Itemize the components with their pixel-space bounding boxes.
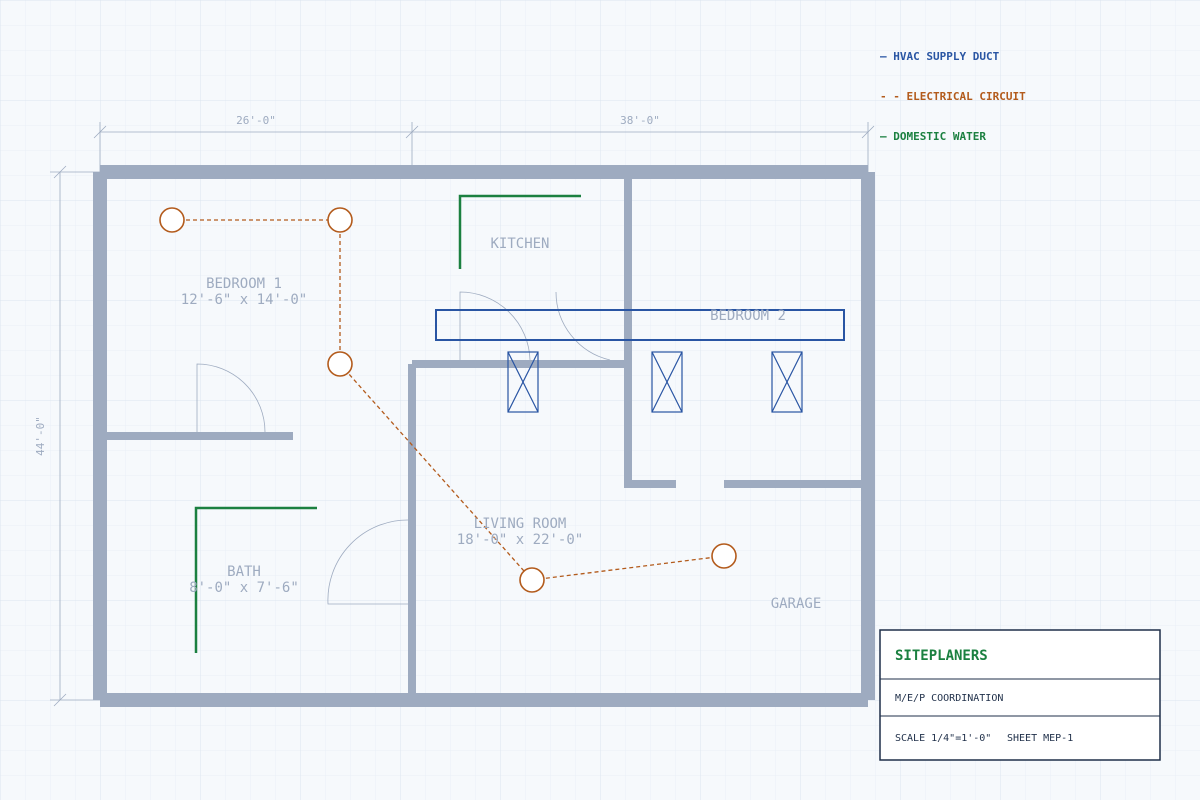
electrical-outlet-5 <box>711 543 737 569</box>
wall-top <box>100 165 868 179</box>
legend-electrical: - - ELECTRICAL CIRCUIT <box>880 90 1026 103</box>
title-block: SITEPLANERS M/E/P COORDINATION SCALE 1/4… <box>879 629 1161 761</box>
dimension-left: 44'-0" <box>34 416 47 456</box>
dimension-top-right: 38'-0" <box>620 114 660 127</box>
room-size-bath: 8'-0" x 7'-6" <box>189 580 299 596</box>
room-label-living: LIVING ROOM <box>474 516 567 532</box>
legend-water: — DOMESTIC WATER <box>880 130 986 143</box>
wall-kitchen-south <box>412 360 628 368</box>
room-label-bedroom2: BEDROOM 2 <box>710 308 786 324</box>
electrical-outlet-3 <box>327 351 353 377</box>
room-size-living: 18'-0" x 22'-0" <box>457 532 583 548</box>
title-block-scale: SCALE 1/4"=1'-0" <box>895 733 991 744</box>
room-label-kitchen: KITCHEN <box>490 236 549 252</box>
room-size-bedroom1: 12'-6" x 14'-0" <box>181 292 307 308</box>
wall-kitchen-east <box>624 172 632 488</box>
floor-plan-canvas: 26'-0" 38'-0" 44'-0" BEDROOM 1 12'-6" x … <box>0 0 1200 800</box>
title-block-sheet: SHEET MEP-1 <box>1007 733 1073 744</box>
wall-bottom <box>100 693 868 707</box>
wall-bedroom1-bath <box>100 432 293 440</box>
room-label-bedroom1: BEDROOM 1 <box>206 276 282 292</box>
electrical-outlet-4 <box>519 567 545 593</box>
electrical-outlet-1 <box>159 207 185 233</box>
room-label-garage: GARAGE <box>771 596 822 612</box>
title-block-company: SITEPLANERS <box>895 648 988 664</box>
wall-right <box>861 172 875 700</box>
dimension-top-left: 26'-0" <box>236 114 276 127</box>
electrical-outlet-2 <box>327 207 353 233</box>
title-block-project: M/E/P COORDINATION <box>895 693 1003 704</box>
room-label-bath: BATH <box>227 564 261 580</box>
wall-garage-north-west <box>628 480 676 488</box>
legend-hvac: — HVAC SUPPLY DUCT <box>880 50 1000 63</box>
wall-living-west <box>408 364 416 700</box>
wall-garage-north-east <box>724 480 868 488</box>
